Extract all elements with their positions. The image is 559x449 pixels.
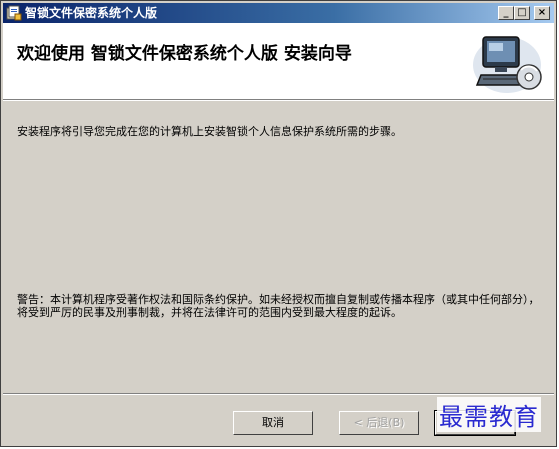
header-divider xyxy=(3,99,554,101)
back-button[interactable]: < 后退(B) xyxy=(339,411,419,435)
copyright-warning: 警告：本计算机程序受著作权法和国际条约保护。如未经授权而擅自复制或传播本程序（或… xyxy=(17,293,540,319)
cancel-button[interactable]: 取消 xyxy=(233,411,313,435)
computer-disc-icon xyxy=(473,36,542,93)
close-button[interactable]: × xyxy=(534,6,550,20)
maximize-button[interactable]: □ xyxy=(514,6,530,20)
intro-text: 安装程序将引导您完成在您的计算机上安装智锁个人信息保护系统所需的步骤。 xyxy=(17,125,402,138)
banner-title: 欢迎使用 智锁文件保密系统个人版 安装向导 xyxy=(17,44,352,64)
wizard-banner: 欢迎使用 智锁文件保密系统个人版 安装向导 xyxy=(3,23,554,99)
window-title: 智锁文件保密系统个人版 xyxy=(25,6,158,20)
installer-app-icon xyxy=(6,5,22,21)
footer-divider xyxy=(3,393,554,395)
watermark-text: 最需教育 xyxy=(437,397,541,432)
minimize-button[interactable]: _ xyxy=(498,6,514,20)
title-bar[interactable]: 智锁文件保密系统个人版 _ □ × xyxy=(3,3,554,23)
installer-window: 智锁文件保密系统个人版 _ □ × 欢迎使用 智锁文件保密系统个人版 安装向导 … xyxy=(0,0,557,447)
